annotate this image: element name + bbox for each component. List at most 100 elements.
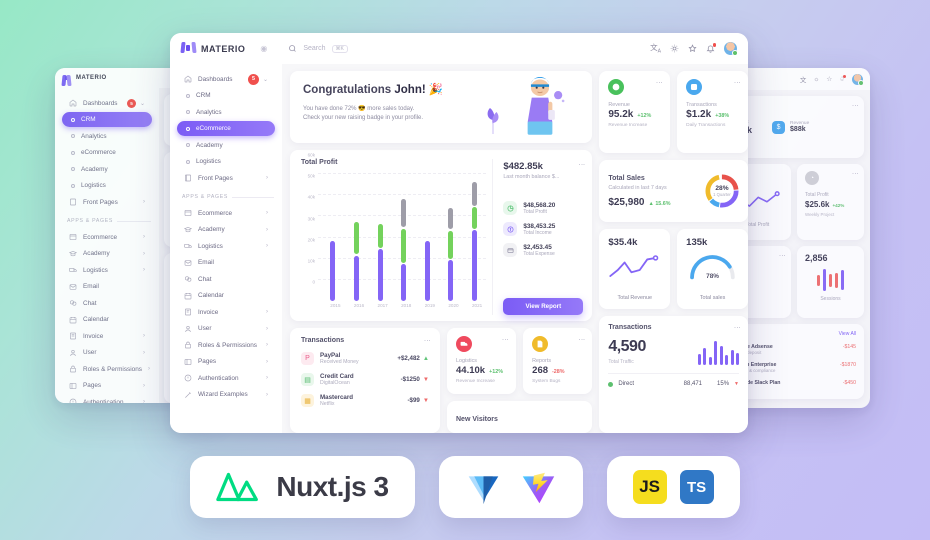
list-item[interactable]: Upgrade Slack Plan -$450 <box>732 380 856 386</box>
chart-bar-segment <box>424 240 430 301</box>
sidebar-item-wizard-examples[interactable]: Wizard Examples › <box>177 387 275 402</box>
truck-icon <box>456 336 472 352</box>
transaction-amount: +$2,482 ▲ <box>397 355 429 362</box>
collapse-icon[interactable]: ◉ <box>260 44 267 53</box>
cap-icon <box>184 226 192 234</box>
chart-x-tick: 2018 <box>401 303 412 308</box>
kebab-icon[interactable]: ⋮ <box>577 336 584 343</box>
left-app-authentication[interactable]: Authentication › <box>62 395 152 403</box>
avatar[interactable] <box>724 42 738 56</box>
badge-nuxt[interactable]: Nuxt.js 3 <box>190 456 415 518</box>
main-brand-text: MATERIO <box>201 43 246 54</box>
sidebar-item-logistics-app[interactable]: Logistics › <box>177 239 275 254</box>
sidebar-item-email[interactable]: Email <box>177 255 275 270</box>
left-app-academy[interactable]: Academy › <box>62 246 152 261</box>
left-sidebar-item-analytics[interactable]: Analytics <box>62 129 152 144</box>
sidebar-item-authentication[interactable]: Authentication › <box>177 371 275 386</box>
avatar[interactable] <box>852 73 864 86</box>
kebab-icon[interactable]: ⋮ <box>778 252 785 259</box>
main-sidebar[interactable]: Dashboards 5 ⌄ CRM Analytics eCommerce Ac… <box>170 64 282 433</box>
sidebar-item-crm[interactable]: CRM <box>177 88 275 103</box>
status-dot <box>608 381 614 387</box>
sidebar-item-roles-permissions[interactable]: Roles & Permissions › <box>177 338 275 353</box>
sidebar-item-academy-app[interactable]: Academy › <box>177 222 275 237</box>
left-app-user[interactable]: User › <box>62 345 152 360</box>
transactions-title: Transactions <box>301 337 345 344</box>
sidebar-item-dashboards[interactable]: Dashboards 5 ⌄ <box>177 72 275 87</box>
left-app-chat[interactable]: Chat <box>62 296 152 311</box>
search-input[interactable]: Search <box>303 45 325 52</box>
main-topbar: MATERIO ◉ Search ⌘K 文A <box>170 33 748 64</box>
dashboards-badge: 5 <box>247 73 259 85</box>
sidebar-item-academy[interactable]: Academy <box>177 138 275 153</box>
sidebar-item-calendar[interactable]: Calendar <box>177 288 275 303</box>
gauge-chart: 78% <box>686 251 739 281</box>
left-sidebar-item-dashboards[interactable]: Dashboards 5 ⌄ <box>62 96 152 111</box>
kebab-icon[interactable]: ⋮ <box>851 102 858 109</box>
left-app-pages[interactable]: Pages › <box>62 378 152 393</box>
sun-icon[interactable] <box>670 44 679 53</box>
sidebar-item-invoice[interactable]: Invoice › <box>177 305 275 320</box>
reports-stat-card: ⋮ Reports 268 -28% System Bugs <box>523 328 593 394</box>
left-sidebar-item-academy[interactable]: Academy <box>62 162 152 177</box>
sidebar-item-user[interactable]: User › <box>177 321 275 336</box>
sidebar-item-ecommerce[interactable]: eCommerce <box>177 121 275 136</box>
right-card-total-profit-weekly[interactable]: ⋮ ◔ Total Profit $25.6k +42% Weekly Proj… <box>797 164 864 240</box>
translate-icon[interactable]: 文 <box>800 74 807 84</box>
left-app-roles[interactable]: Roles & Permissions › <box>62 362 152 377</box>
main-window[interactable]: MATERIO ◉ Search ⌘K 文A Dashboards 5 ⌄ CR… <box>170 33 748 433</box>
transaction-row[interactable]: ▤ Credit Card DigitalOcean -$1250 ▼ <box>301 373 429 386</box>
chart-bar-segment <box>353 222 359 255</box>
left-sidebar-item-crm[interactable]: CRM <box>62 112 152 127</box>
kebab-icon[interactable]: ⋮ <box>577 161 584 168</box>
chart-bar-column <box>448 172 454 301</box>
new-visitors-card: New Visitors <box>447 401 593 433</box>
sidebar-group-apps-pages: APPS & PAGES <box>170 187 282 204</box>
vite-logo <box>522 472 554 503</box>
chart-bar-segment <box>377 249 383 301</box>
left-app-ecommerce[interactable]: Ecommerce › <box>62 230 152 245</box>
sidebar-item-chat[interactable]: Chat <box>177 272 275 287</box>
kebab-icon[interactable]: ⋮ <box>733 324 740 331</box>
left-app-calendar[interactable]: Calendar <box>62 312 152 327</box>
view-report-button[interactable]: View Report <box>503 298 584 315</box>
badge-vuetify-vite[interactable] <box>438 456 583 518</box>
left-app-invoice[interactable]: Invoice › <box>62 329 152 344</box>
left-brand-text: MATERIO <box>76 75 107 81</box>
kebab-icon[interactable]: ⋮ <box>501 336 508 343</box>
sidebar-item-pages[interactable]: Pages › <box>177 354 275 369</box>
left-app-email[interactable]: Email <box>62 279 152 294</box>
sidebar-item-front-pages[interactable]: Front Pages › <box>177 171 275 186</box>
sidebar-item-analytics[interactable]: Analytics <box>177 105 275 120</box>
kebab-icon[interactable]: ⋮ <box>423 337 430 344</box>
bell-icon[interactable]: ♤ <box>839 75 846 83</box>
left-sidebar-item-logistics[interactable]: Logistics <box>62 178 152 193</box>
badge-js-ts[interactable]: JS TS <box>606 456 740 518</box>
kebab-icon[interactable]: ⋮ <box>655 79 662 86</box>
sidebar-item-ecommerce-app[interactable]: Ecommerce › <box>177 206 275 221</box>
total-revenue-card: $35.4k Total Revenue <box>599 229 671 309</box>
book-icon <box>69 198 77 206</box>
kebab-icon[interactable]: ⋮ <box>851 170 858 177</box>
left-sidebar-item-ecommerce[interactable]: eCommerce <box>62 145 152 160</box>
search-bar[interactable]: Search ⌘K <box>288 44 348 53</box>
list-item[interactable]: GitHub Enterprise Security & compliance -… <box>732 362 856 373</box>
left-app-logistics[interactable]: Logistics › <box>62 263 152 278</box>
translate-icon[interactable]: 文A <box>650 42 661 55</box>
left-sidebar[interactable]: Dashboards 5 ⌄ CRM Analytics eCommerce Ac… <box>55 88 159 403</box>
left-sidebar-item-front-pages[interactable]: Front Pages › <box>62 195 152 210</box>
total-sales-title: Total Sales <box>608 174 645 182</box>
shortcuts-icon[interactable] <box>688 44 697 53</box>
transaction-row[interactable]: ▦ Mastercard Netflix -$99 ▼ <box>301 394 429 407</box>
chart-bars <box>321 172 486 301</box>
right-card-sessions[interactable]: 2,856 Sessions <box>797 246 864 318</box>
right-sessions-bars <box>805 267 856 293</box>
list-item[interactable]: Google AdsensePayPal deposit -$145 <box>732 344 856 355</box>
transaction-row[interactable]: P PayPal Received Money +$2,482 ▲ <box>301 352 429 365</box>
kebab-icon[interactable]: ⋮ <box>733 79 740 86</box>
shortcuts-icon[interactable]: ☆ <box>826 75 832 83</box>
right-view-all-link[interactable]: View All <box>839 331 856 337</box>
sun-icon[interactable]: ☼ <box>813 76 819 83</box>
bell-icon[interactable] <box>706 43 716 53</box>
sidebar-item-logistics[interactable]: Logistics <box>177 154 275 169</box>
